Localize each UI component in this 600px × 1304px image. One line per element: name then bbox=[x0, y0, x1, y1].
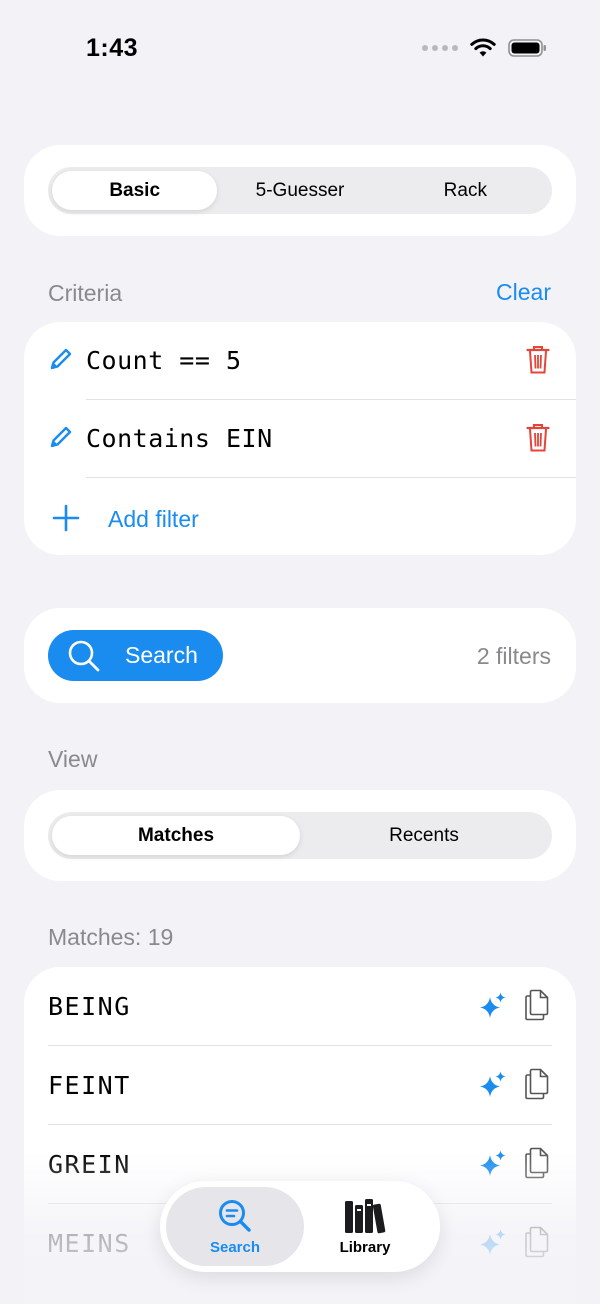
list-item[interactable]: BEING bbox=[24, 967, 576, 1045]
sparkle-icon[interactable] bbox=[478, 1228, 508, 1258]
magnifier-icon bbox=[68, 640, 100, 671]
view-label: View bbox=[48, 746, 98, 772]
match-word: BEING bbox=[48, 992, 131, 1021]
books-icon bbox=[345, 1199, 386, 1234]
filter-text: Count == 5 bbox=[86, 346, 242, 375]
copy-icon[interactable] bbox=[524, 989, 550, 1021]
mode-tab-5-guesser[interactable]: 5-Guesser bbox=[217, 171, 382, 210]
copy-icon[interactable] bbox=[524, 1226, 550, 1258]
match-word: GREIN bbox=[48, 1150, 131, 1179]
view-tab-matches[interactable]: Matches bbox=[52, 816, 300, 855]
signal-dots-icon bbox=[422, 45, 458, 51]
tab-bar: Search Library bbox=[160, 1181, 440, 1272]
sparkle-icon[interactable] bbox=[478, 1149, 508, 1179]
filter-text: Contains EIN bbox=[86, 424, 273, 453]
filter-row[interactable]: Contains EIN bbox=[24, 400, 576, 478]
plus-icon bbox=[52, 504, 80, 532]
criteria-card: Count == 5 Contains EIN Add filter bbox=[24, 322, 576, 555]
add-filter-button[interactable]: Add filter bbox=[24, 478, 576, 556]
mode-tab-rack[interactable]: Rack bbox=[383, 171, 548, 210]
match-word: MEINS bbox=[48, 1229, 131, 1258]
tab-library-label: Library bbox=[339, 1239, 391, 1256]
criteria-label: Criteria bbox=[48, 280, 123, 306]
list-item[interactable]: FEINT bbox=[24, 1046, 576, 1124]
status-time: 1:43 bbox=[86, 34, 139, 62]
sparkle-icon[interactable] bbox=[478, 991, 508, 1021]
mode-tab-basic[interactable]: Basic bbox=[52, 171, 218, 210]
view-segmented-control: Matches Recents bbox=[48, 812, 552, 859]
add-filter-label: Add filter bbox=[108, 506, 199, 532]
copy-icon[interactable] bbox=[524, 1147, 550, 1179]
search-button-label: Search bbox=[125, 642, 198, 668]
mode-card: Basic 5-Guesser Rack bbox=[24, 145, 576, 236]
clear-button[interactable]: Clear bbox=[496, 279, 551, 306]
matches-label: Matches: 19 bbox=[48, 924, 174, 950]
search-tab-icon bbox=[219, 1200, 251, 1232]
filter-count: 2 filters bbox=[476, 643, 551, 669]
view-card: Matches Recents bbox=[24, 790, 576, 881]
pencil-icon[interactable] bbox=[48, 346, 74, 372]
mode-segmented-control: Basic 5-Guesser Rack bbox=[48, 167, 552, 214]
match-word: FEINT bbox=[48, 1071, 131, 1100]
search-button[interactable]: Search bbox=[48, 630, 223, 681]
sparkle-icon[interactable] bbox=[478, 1070, 508, 1100]
search-card: Search 2 filters bbox=[24, 608, 576, 703]
status-bar: 1:43 bbox=[0, 0, 600, 96]
tab-library[interactable]: Library bbox=[296, 1187, 434, 1266]
copy-icon[interactable] bbox=[524, 1068, 550, 1100]
wifi-icon bbox=[470, 38, 496, 57]
battery-icon bbox=[508, 39, 546, 57]
tab-search-label: Search bbox=[209, 1239, 261, 1256]
status-icons bbox=[422, 38, 548, 58]
pencil-icon[interactable] bbox=[48, 424, 74, 450]
tab-search[interactable]: Search bbox=[166, 1187, 304, 1266]
trash-icon[interactable] bbox=[526, 423, 550, 453]
trash-icon[interactable] bbox=[526, 345, 550, 375]
view-tab-recents[interactable]: Recents bbox=[300, 816, 548, 855]
filter-row[interactable]: Count == 5 bbox=[24, 322, 576, 400]
